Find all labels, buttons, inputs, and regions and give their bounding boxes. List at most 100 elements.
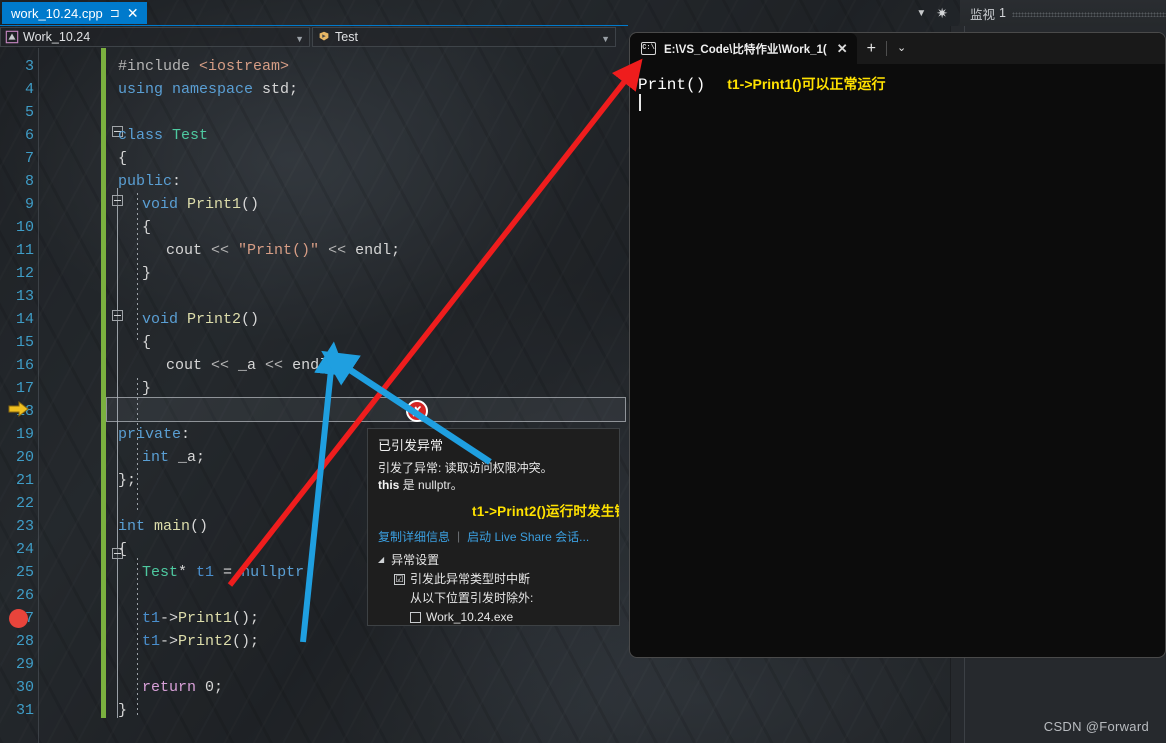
code-text: { bbox=[142, 331, 151, 354]
code-token: void bbox=[142, 311, 179, 328]
exception-settings-header[interactable]: ◢ 异常设置 bbox=[378, 551, 609, 570]
code-line[interactable]: 16 cout << _a << endl; bbox=[0, 354, 628, 377]
scope-project-label: Work_10.24 bbox=[23, 30, 91, 44]
close-icon[interactable]: ✕ bbox=[837, 41, 848, 57]
exception-message-line2: this 是 nullptr。 bbox=[378, 477, 609, 494]
pin-icon[interactable]: ⊐ bbox=[110, 6, 120, 20]
line-number: 7 bbox=[24, 150, 34, 167]
code-line[interactable]: 6 class Test bbox=[0, 124, 628, 147]
code-line[interactable]: 5 bbox=[0, 101, 628, 124]
close-icon[interactable]: ✕ bbox=[127, 6, 139, 20]
code-editor[interactable]: 3 #include <iostream> 4 using namespace std… bbox=[0, 48, 628, 743]
break-when-thrown-checkbox[interactable]: ☑ bbox=[394, 574, 405, 586]
scope-project-dropdown[interactable]: Work_10.24 ▼ bbox=[0, 27, 310, 47]
code-text: cout << "Print()" << endl; bbox=[166, 239, 400, 262]
line-number: 31 bbox=[15, 702, 34, 719]
code-token: ; bbox=[214, 679, 224, 696]
code-line[interactable]: 10 { bbox=[0, 216, 628, 239]
code-token: private bbox=[118, 426, 182, 443]
code-token: : bbox=[181, 426, 191, 443]
triangle-collapse-icon[interactable]: ◢ bbox=[378, 554, 384, 567]
exception-message-rest: 是 nullptr。 bbox=[402, 478, 463, 493]
live-share-link[interactable]: 启动 Live Share 会话... bbox=[467, 528, 589, 545]
code-text: t1 -> Print1 (); bbox=[142, 607, 259, 630]
copy-details-link[interactable]: 复制详细信息 bbox=[378, 528, 450, 545]
code-token: <iostream> bbox=[199, 58, 290, 75]
console-tab[interactable]: C:\ E:\VS_Code\比特作业\Work_1( ✕ bbox=[630, 33, 857, 64]
watch-drag-dots[interactable] bbox=[1011, 11, 1166, 17]
exe-exclusion-label: Work_10.24.exe bbox=[426, 610, 514, 625]
code-text: void Print1() bbox=[142, 193, 259, 216]
code-text: { bbox=[118, 147, 127, 170]
code-token: using bbox=[118, 81, 164, 98]
code-line[interactable]: 30 return 0; bbox=[0, 676, 628, 699]
editor-file-tab[interactable]: work_10.24.cpp ⊐ ✕ bbox=[2, 2, 147, 24]
chevron-down-icon[interactable]: ▼ bbox=[601, 34, 610, 44]
code-line[interactable]: 31} bbox=[0, 699, 628, 722]
plus-icon[interactable]: + bbox=[857, 33, 886, 64]
line-number: 22 bbox=[15, 495, 34, 512]
chevron-down-icon[interactable]: ▼ bbox=[295, 34, 304, 44]
chevron-down-icon[interactable]: ⌄ bbox=[887, 33, 916, 64]
chevron-down-icon[interactable]: ▼ bbox=[916, 8, 926, 19]
code-line[interactable]: 4 using namespace std; bbox=[0, 78, 628, 101]
breakpoint-dot-icon[interactable] bbox=[9, 609, 28, 628]
scope-class-dropdown[interactable]: Test ▼ bbox=[312, 27, 616, 47]
code-token: * bbox=[178, 564, 197, 581]
line-number: 23 bbox=[15, 518, 34, 535]
csdn-watermark: CSDN @Forward bbox=[1043, 719, 1149, 734]
watch-window-header[interactable]: 监视 1 bbox=[960, 0, 1166, 26]
code-line[interactable]: 14 void Print2() bbox=[0, 308, 628, 331]
code-line[interactable]: 8 public: bbox=[0, 170, 628, 193]
code-text: } bbox=[118, 699, 127, 722]
code-token: std; bbox=[253, 81, 299, 98]
code-token: } bbox=[142, 380, 152, 397]
code-line[interactable]: 9 void Print1() bbox=[0, 193, 628, 216]
code-token: }; bbox=[118, 472, 137, 489]
line-number: 8 bbox=[24, 173, 34, 190]
code-line[interactable]: 7{ bbox=[0, 147, 628, 170]
code-line[interactable]: 28 t1 -> Print2 (); bbox=[0, 630, 628, 653]
watch-window-number: 1 bbox=[999, 6, 1006, 20]
code-text: { bbox=[118, 538, 127, 561]
error-circle-icon[interactable]: ✗ bbox=[406, 400, 428, 422]
code-token: () bbox=[241, 196, 260, 213]
code-line[interactable]: 12} bbox=[0, 262, 628, 285]
code-text: cout << _a << endl; bbox=[166, 354, 337, 377]
exception-popup[interactable]: 已引发异常 引发了异常: 读取访问权限冲突。 this 是 nullptr。 t… bbox=[367, 428, 620, 626]
code-text: class Test bbox=[118, 124, 208, 147]
code-text: public: bbox=[118, 170, 181, 193]
gear-icon[interactable]: ✷ bbox=[936, 5, 948, 22]
code-line[interactable]: 3 #include <iostream> bbox=[0, 55, 628, 78]
line-number: 5 bbox=[24, 104, 34, 121]
exe-exclusion-checkbox[interactable] bbox=[410, 612, 421, 624]
code-token: t1 bbox=[142, 633, 161, 650]
watch-window-label: 监视 bbox=[970, 7, 996, 22]
code-token: (); bbox=[232, 633, 260, 650]
code-token: _a bbox=[229, 357, 266, 374]
code-line[interactable]: 29 bbox=[0, 653, 628, 676]
break-when-thrown-row[interactable]: ☑ 引发此异常类型时中断 bbox=[378, 570, 609, 589]
exe-exclusion-row[interactable]: Work_10.24.exe bbox=[378, 608, 609, 625]
code-token: int bbox=[142, 449, 170, 466]
line-number: 11 bbox=[15, 242, 34, 259]
console-output-area[interactable]: Print() t1->Print1()可以正常运行 bbox=[630, 64, 1165, 111]
code-line[interactable]: 13 bbox=[0, 285, 628, 308]
code-text: int _a; bbox=[142, 446, 205, 469]
code-line[interactable]: 15 { bbox=[0, 331, 628, 354]
line-number: 9 bbox=[24, 196, 34, 213]
line-number: 17 bbox=[15, 380, 34, 397]
code-token: (); bbox=[232, 610, 260, 627]
exception-links: 复制详细信息 | 启动 Live Share 会话... bbox=[368, 523, 619, 545]
code-token: t1 bbox=[142, 610, 161, 627]
code-token: } bbox=[142, 265, 152, 282]
code-token: "Print()" bbox=[238, 242, 320, 259]
line-number: 14 bbox=[15, 311, 34, 328]
code-text: t1 -> Print2 (); bbox=[142, 630, 259, 653]
console-window[interactable]: C:\ E:\VS_Code\比特作业\Work_1( ✕ + ⌄ Print(… bbox=[629, 32, 1166, 658]
code-line[interactable]: 11 cout << "Print()" << endl; bbox=[0, 239, 628, 262]
